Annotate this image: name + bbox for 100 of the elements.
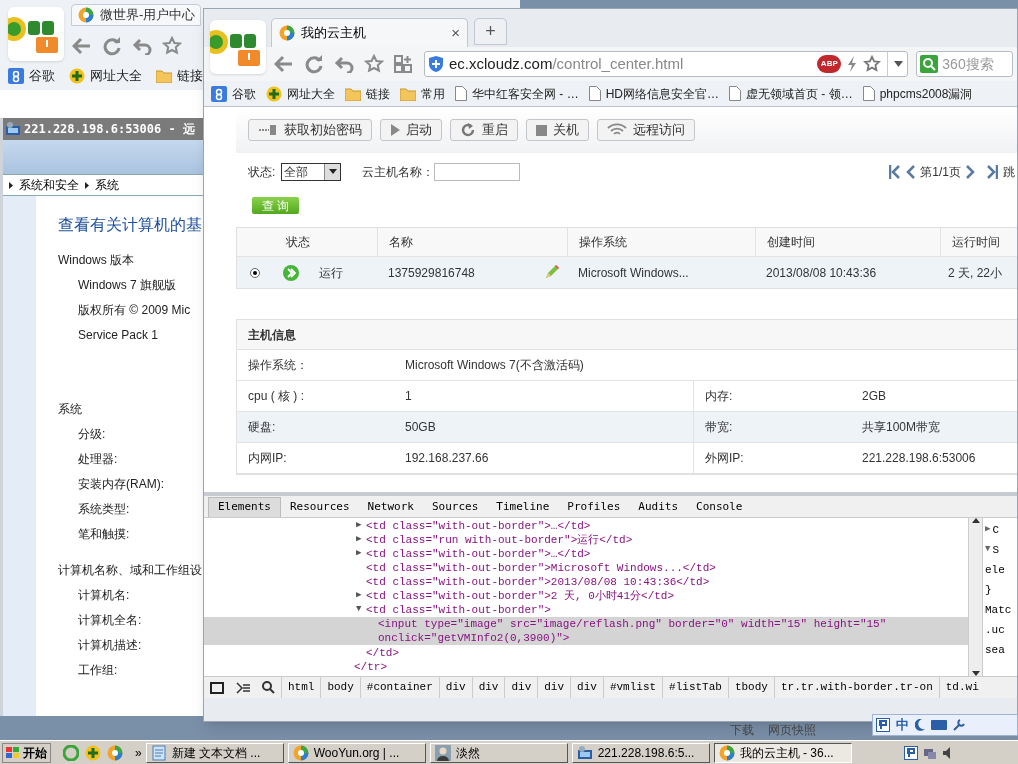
remote-desktop-icon — [576, 744, 593, 761]
search-icon[interactable] — [262, 681, 275, 695]
pencil-icon[interactable] — [544, 265, 559, 280]
next-page-icon[interactable] — [966, 164, 975, 179]
devtools-tab[interactable]: Timeline — [487, 496, 559, 517]
bookmark-link[interactable]: phpcms2008漏洞 — [879, 84, 973, 103]
back-icon[interactable] — [72, 37, 92, 55]
breadcrumb-link[interactable]: 系统和安全 — [19, 176, 79, 194]
bookmark-link[interactable]: 虚无领域首页 - 领… — [746, 84, 853, 103]
devtools-tab[interactable]: Profiles — [558, 496, 630, 517]
dom-breadcrumb[interactable]: html — [281, 677, 321, 698]
console-icon[interactable] — [236, 681, 250, 694]
apps-icon[interactable] — [394, 55, 412, 73]
previous-page-icon[interactable] — [906, 164, 916, 179]
bookmark-link[interactable]: HD网络信息安全官… — [605, 84, 719, 103]
dom-breadcrumb[interactable]: tbody — [727, 677, 774, 698]
name-input-field[interactable] — [434, 162, 521, 181]
taskbar-button[interactable]: 221.228.198.6:5... — [571, 742, 710, 763]
devtools-tab[interactable]: Elements — [208, 496, 281, 517]
star-icon[interactable] — [863, 55, 882, 73]
first-page-icon[interactable] — [889, 164, 902, 179]
dom-breadcrumb[interactable]: div — [537, 677, 571, 698]
back-icon[interactable] — [274, 55, 294, 73]
dom-breadcrumb[interactable]: #container — [359, 677, 439, 698]
dom-breadcrumb[interactable]: div — [504, 677, 538, 698]
bookmark-link[interactable]: 华中红客安全网 - … — [472, 84, 579, 103]
refresh-icon[interactable] — [304, 54, 324, 74]
column-header: 操作系统 — [579, 234, 627, 251]
bookmark-link[interactable]: 网址大全 — [90, 66, 142, 86]
shield-icon — [429, 56, 443, 72]
dom-code-line[interactable]: </tr> — [354, 660, 387, 673]
dock-icon[interactable] — [210, 681, 224, 694]
star-icon[interactable] — [364, 54, 384, 74]
new-tab-button[interactable]: + — [474, 18, 507, 45]
expand-toggle[interactable]: ▶ — [356, 548, 362, 559]
undo-icon[interactable] — [132, 37, 152, 55]
ime-logo-icon[interactable] — [876, 718, 890, 732]
toolbar-button[interactable]: 重启 — [450, 119, 518, 141]
moon-icon[interactable] — [915, 719, 925, 731]
devtools-tab[interactable]: Network — [358, 496, 423, 517]
toolbar-button[interactable]: 关机 — [526, 119, 589, 141]
toolbar-button[interactable]: 启动 — [380, 119, 442, 141]
column-header: 名称 — [389, 234, 413, 251]
info-value: 2GB — [862, 388, 887, 405]
browser-tab[interactable]: 微世界-用户中心 — [71, 4, 201, 26]
scrollbar[interactable] — [968, 517, 983, 677]
star-icon[interactable] — [162, 36, 182, 56]
taskbar-button[interactable]: WooYun.org | ... — [287, 742, 426, 763]
dom-breadcrumb[interactable]: #listTab — [662, 677, 728, 698]
folder-icon — [156, 68, 172, 83]
bookmark-link[interactable]: 网址大全 — [287, 84, 335, 103]
more-button[interactable]: » — [135, 743, 142, 762]
last-page-icon[interactable] — [986, 164, 998, 179]
browser-icon — [718, 744, 735, 761]
bookmark-link[interactable]: 常用 — [421, 84, 445, 103]
info-value: Microsoft Windows 7(不含激活码) — [405, 357, 584, 374]
expand-toggle[interactable]: ▶ — [356, 520, 362, 531]
refresh-icon[interactable] — [102, 36, 122, 56]
radio-button[interactable] — [250, 267, 260, 278]
dom-code-line[interactable]: </td> — [366, 646, 399, 659]
adblock-icon[interactable]: ABP — [817, 55, 842, 73]
bookmark-link[interactable]: 链接 — [177, 66, 203, 86]
toolbar-button[interactable]: 获取初始密码 — [248, 119, 372, 141]
dom-breadcrumb[interactable]: td.wi — [938, 677, 985, 698]
expand-toggle[interactable]: ▼ — [985, 543, 991, 557]
devtools-tab[interactable]: Audits — [629, 496, 688, 517]
bookmark-link[interactable]: 谷歌 — [29, 66, 55, 86]
dom-breadcrumb[interactable]: div — [471, 677, 505, 698]
expand-toggle[interactable]: ▶ — [985, 523, 991, 537]
toolbar-button[interactable]: 远程访问 — [597, 119, 695, 141]
info-value: 共享100M带宽 — [862, 419, 942, 436]
start-button[interactable]: 开始 — [2, 742, 51, 763]
dropdown-icon[interactable] — [894, 61, 904, 67]
dom-breadcrumb[interactable]: body — [320, 677, 360, 698]
devtools-tab[interactable]: Sources — [422, 496, 488, 517]
wrench-icon[interactable] — [953, 719, 965, 731]
dom-breadcrumb[interactable]: div — [570, 677, 603, 698]
devtools-tab[interactable]: Resources — [281, 496, 359, 517]
section-title: Windows 版本 — [58, 252, 135, 269]
address-bar[interactable]: ec.xcloudz.com/control_center.html ABP — [424, 51, 909, 77]
close-tab-icon[interactable]: × — [451, 21, 460, 45]
bookmark-link[interactable]: 链接 — [366, 84, 390, 103]
dom-breadcrumb[interactable]: tr.tr.with-border.tr-on — [773, 677, 939, 698]
ime-logo-icon — [904, 745, 918, 760]
lightning-icon[interactable] — [847, 56, 858, 72]
taskbar-button[interactable]: 新建 文本文档 ... — [145, 742, 284, 763]
expand-toggle[interactable]: ▶ — [356, 534, 362, 545]
devtools-tab[interactable]: Console — [687, 496, 752, 517]
taskbar-button[interactable]: 淡然 — [429, 742, 568, 763]
input-mode-toggle[interactable]: 中 — [896, 715, 909, 735]
expand-toggle[interactable]: ▶ — [356, 590, 362, 601]
expand-toggle[interactable]: ▼ — [356, 604, 362, 615]
taskbar-button[interactable]: 我的云主机 - 36... — [713, 742, 852, 763]
dom-breadcrumb[interactable]: #vmlist — [602, 677, 663, 698]
breadcrumb-link[interactable]: 系统 — [95, 176, 119, 194]
bookmark-link[interactable]: 谷歌 — [232, 84, 256, 103]
undo-icon[interactable] — [334, 55, 354, 73]
browser-tab[interactable]: 我的云主机 × — [271, 18, 468, 47]
dom-breadcrumb[interactable]: div — [438, 677, 472, 698]
status-select[interactable]: 全部 — [281, 162, 342, 181]
